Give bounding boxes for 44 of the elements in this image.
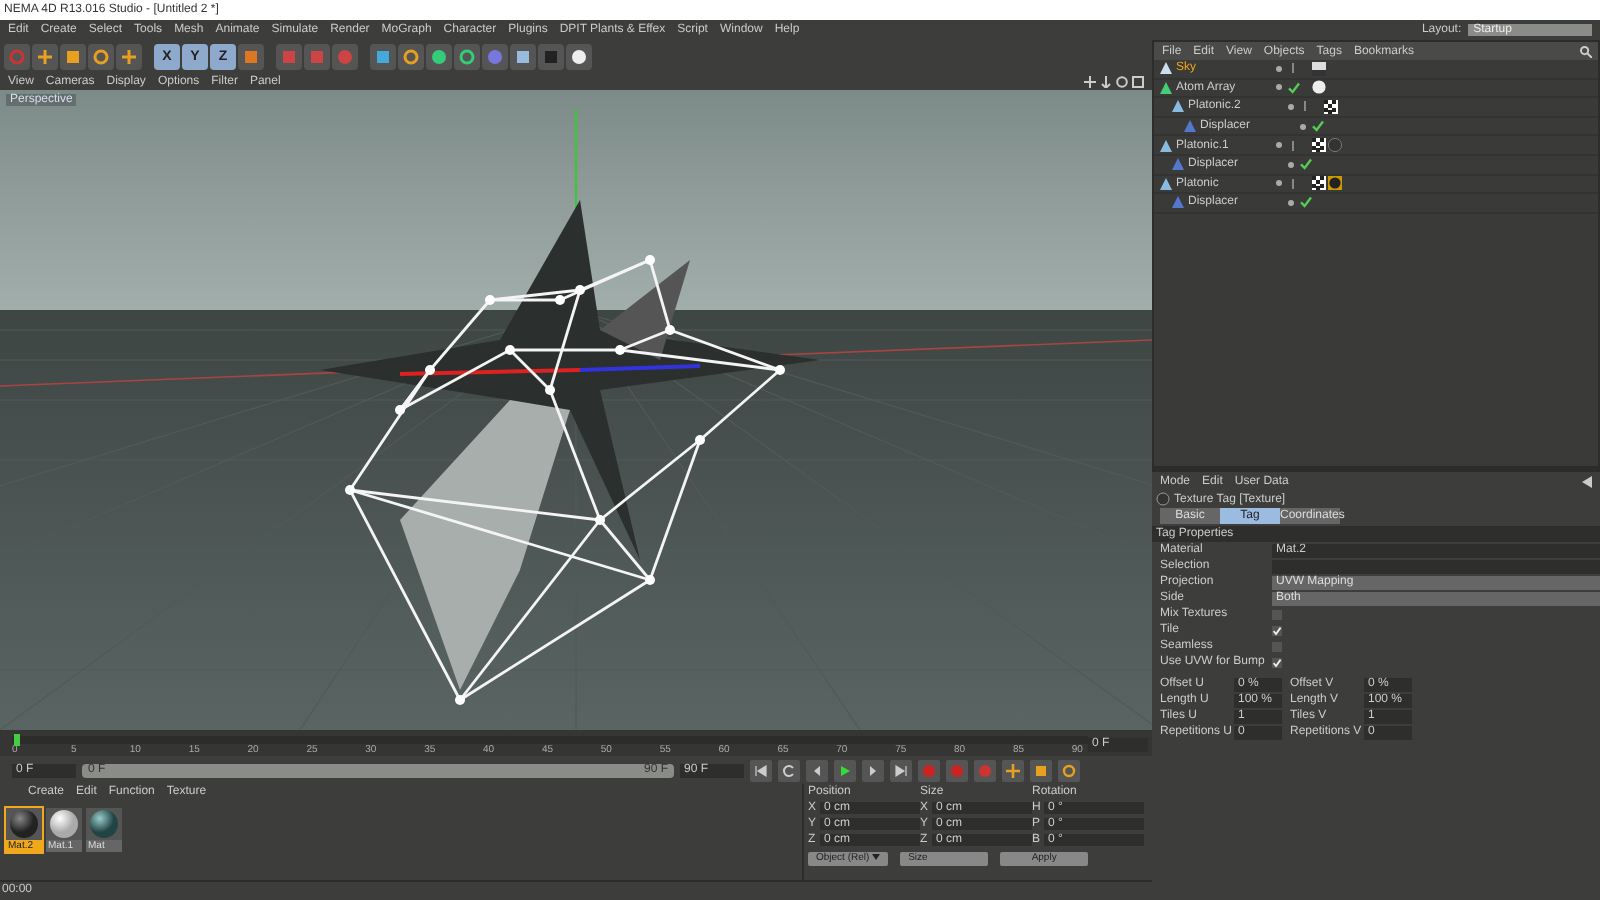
maximize-icon[interactable] (1132, 75, 1144, 87)
cube-icon[interactable] (370, 43, 396, 69)
enabled-check[interactable] (1300, 158, 1312, 171)
enabled-check[interactable] (1288, 139, 1300, 152)
visibility-dot[interactable] (1300, 123, 1306, 130)
enabled-check[interactable] (1312, 120, 1324, 133)
loop-icon[interactable] (778, 759, 800, 781)
caret-icon (872, 854, 881, 860)
step-back-icon[interactable] (806, 759, 828, 781)
visibility-dot[interactable] (1276, 65, 1282, 72)
search-icon[interactable] (1580, 45, 1592, 57)
step-forward-icon[interactable] (862, 759, 884, 781)
material-preview[interactable] (46, 808, 82, 840)
visibility-dot[interactable] (1288, 103, 1294, 110)
material-preview[interactable] (6, 808, 42, 840)
checker-tag-icon[interactable] (1324, 99, 1338, 114)
go-to-end-icon[interactable] (890, 759, 912, 781)
move-icon[interactable] (32, 43, 58, 69)
visibility-dot[interactable] (1276, 142, 1282, 149)
enabled-check[interactable] (1300, 196, 1312, 209)
checkbox[interactable] (1272, 657, 1282, 667)
enabled-check[interactable] (1288, 81, 1300, 94)
checker-tag-icon[interactable] (1312, 176, 1326, 191)
visibility-dot[interactable] (1288, 199, 1294, 206)
material-tag-icon[interactable] (1312, 80, 1326, 95)
checker-tag-icon[interactable] (1312, 138, 1326, 153)
pan-icon[interactable] (1084, 75, 1096, 87)
visibility-dot[interactable] (1276, 180, 1282, 187)
enabled-check[interactable] (1288, 62, 1300, 75)
play-icon[interactable] (834, 759, 856, 781)
zoom-icon[interactable] (1100, 75, 1112, 87)
material-preview[interactable] (86, 808, 122, 840)
material-tag-icon[interactable] (1328, 176, 1342, 191)
enabled-check[interactable] (1288, 177, 1300, 190)
orbit-icon[interactable] (1116, 75, 1128, 87)
sky-tag-icon[interactable] (1312, 61, 1326, 76)
go-to-start-icon[interactable] (750, 759, 772, 781)
add-icon[interactable] (116, 43, 142, 69)
enabled-check[interactable] (1300, 100, 1312, 113)
visibility-dot[interactable] (1288, 161, 1294, 168)
back-arrow-icon[interactable] (1582, 475, 1594, 487)
checkbox[interactable] (1272, 625, 1282, 635)
visibility-dot[interactable] (1276, 84, 1282, 91)
text-field[interactable] (1272, 559, 1600, 573)
